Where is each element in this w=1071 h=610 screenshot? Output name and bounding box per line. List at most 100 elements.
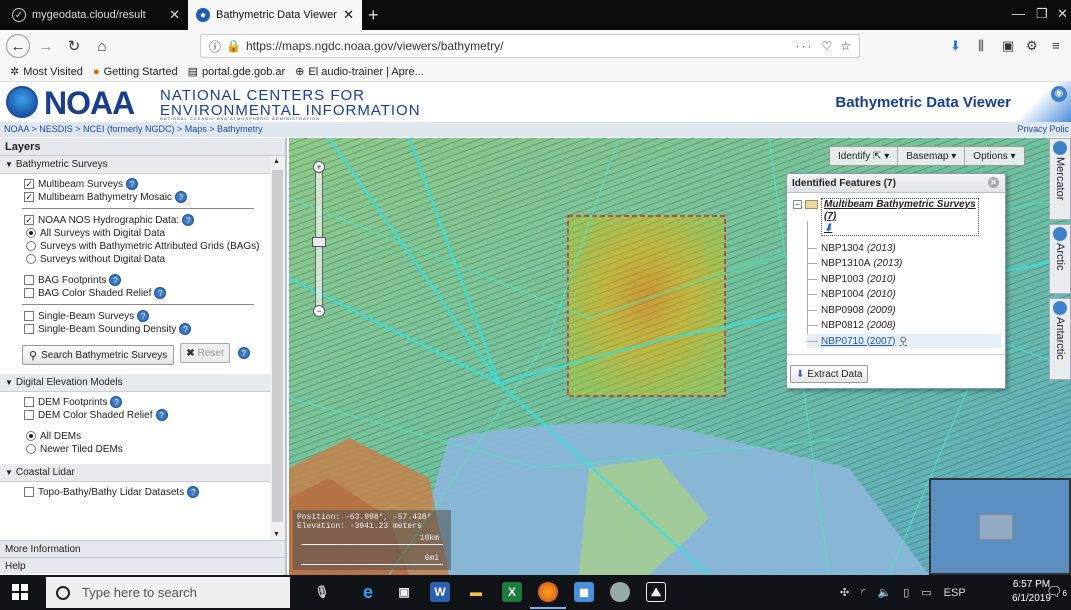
- breadcrumb-text[interactable]: NOAA > NESDIS > NCEI (formerly NGDC) > M…: [4, 124, 263, 134]
- microphone-icon[interactable]: 🎙: [312, 582, 332, 602]
- windows-start-icon[interactable]: [12, 584, 28, 600]
- page-actions-icon[interactable]: ···: [795, 39, 813, 53]
- tab-antarctic[interactable]: Antarctic: [1049, 298, 1071, 380]
- identified-features-header[interactable]: Identified Features (7) ✕: [787, 174, 1005, 193]
- photos-icon[interactable]: ⛰: [646, 582, 666, 602]
- firefox-icon[interactable]: [530, 582, 566, 609]
- zoom-out-icon[interactable]: −: [313, 305, 325, 317]
- checkbox-unchecked[interactable]: [24, 324, 34, 334]
- layer-single-beam-density[interactable]: Single-Beam Sounding Density?: [24, 323, 264, 335]
- options-button[interactable]: Options ▾: [965, 147, 1023, 165]
- radio-unselected[interactable]: [26, 241, 36, 251]
- zoom-slider[interactable]: + −: [312, 161, 326, 317]
- feature-item[interactable]: NBP0908 (2009): [807, 303, 1001, 317]
- home-icon[interactable]: ⌂: [90, 34, 114, 58]
- radio-bags[interactable]: Surveys with Bathymetric Attributed Grid…: [24, 240, 264, 252]
- section-bathymetric-surveys[interactable]: ▼ Bathymetric Surveys: [0, 156, 270, 174]
- layer-dem-relief[interactable]: DEM Color Shaded Relief?: [24, 409, 264, 421]
- close-icon[interactable]: ✕: [343, 7, 354, 23]
- tree-group-multibeam[interactable]: − Multibeam Bathymetric Surveys (7) ⬇: [793, 198, 979, 236]
- overview-map[interactable]: [929, 478, 1071, 575]
- radio-without-digital[interactable]: Surveys without Digital Data: [24, 253, 264, 265]
- identify-button[interactable]: Identify ⇱ ▾: [830, 147, 899, 165]
- checkbox-checked[interactable]: ✓: [24, 179, 34, 189]
- noaa-logo-icon[interactable]: [6, 86, 38, 118]
- back-arrow-icon[interactable]: ←: [6, 34, 30, 58]
- minimize-icon[interactable]: —: [1012, 6, 1025, 21]
- help-icon[interactable]: ?: [182, 214, 195, 226]
- checkbox-unchecked[interactable]: [24, 275, 34, 285]
- word-icon[interactable]: W: [430, 582, 450, 602]
- group-label[interactable]: Multibeam Bathymetric Surveys (7) ⬇: [821, 198, 979, 236]
- help-icon[interactable]: ?: [137, 310, 150, 322]
- radio-newer-dems[interactable]: Newer Tiled DEMs: [24, 443, 264, 455]
- help-icon[interactable]: ?: [179, 323, 192, 335]
- keyboard-icon[interactable]: ▭: [921, 586, 931, 599]
- close-window-icon[interactable]: ✕: [1057, 6, 1068, 22]
- layer-lidar-datasets[interactable]: Topo-Bathy/Bathy Lidar Datasets?: [24, 486, 264, 498]
- layer-bag-footprints[interactable]: BAG Footprints?: [24, 274, 264, 286]
- help-icon[interactable]: ?: [174, 191, 187, 203]
- tray-app-icon[interactable]: ✣: [840, 586, 849, 599]
- download-icon[interactable]: ⬇: [950, 38, 961, 54]
- layer-bag-relief[interactable]: BAG Color Shaded Relief?: [24, 287, 264, 299]
- help-icon[interactable]: ?: [155, 409, 168, 421]
- privacy-policy-link[interactable]: Privacy Polic: [1017, 124, 1069, 134]
- radio-all-surveys[interactable]: All Surveys with Digital Data: [24, 227, 264, 239]
- feature-item[interactable]: NBP1310A (2013): [807, 256, 1001, 270]
- extension-icon[interactable]: ⚙: [1026, 38, 1038, 54]
- checkbox-unchecked[interactable]: [24, 397, 34, 407]
- noaa-wordmark[interactable]: NOAA: [44, 85, 135, 122]
- reset-button[interactable]: ✖ Reset: [180, 343, 230, 363]
- info-icon[interactable]: ⓘ: [209, 38, 221, 55]
- close-icon[interactable]: ✕: [988, 177, 999, 188]
- bookmark-star-icon[interactable]: ☆: [840, 39, 851, 53]
- tab-arctic[interactable]: Arctic: [1049, 224, 1071, 294]
- layers-scrollbar[interactable]: ▲ ▼: [270, 156, 285, 540]
- excel-icon[interactable]: X: [502, 582, 522, 602]
- zoom-slider-handle[interactable]: [312, 237, 326, 247]
- notifications-icon[interactable]: 🗨6: [1046, 584, 1067, 600]
- checkbox-checked[interactable]: ✓: [24, 192, 34, 202]
- battery-icon[interactable]: ▯: [903, 586, 909, 599]
- layer-dem-footprints[interactable]: DEM Footprints?: [24, 396, 264, 408]
- volume-icon[interactable]: 🔈: [877, 586, 891, 599]
- checkbox-unchecked[interactable]: [24, 288, 34, 298]
- tab-mygeodata[interactable]: ✓ mygeodata.cloud/result ✕: [4, 0, 188, 30]
- restore-icon[interactable]: ❐: [1036, 6, 1048, 22]
- help-icon[interactable]: ?: [187, 486, 200, 498]
- checkbox-unchecked[interactable]: [24, 311, 34, 321]
- tab-mercator[interactable]: Mercator: [1049, 138, 1071, 220]
- scroll-up-icon[interactable]: ▲: [273, 158, 280, 165]
- search-bathymetric-button[interactable]: ⚲ Search Bathymetric Surveys: [22, 345, 175, 365]
- checkbox-unchecked[interactable]: [24, 487, 34, 497]
- layer-single-beam[interactable]: Single-Beam Surveys?: [24, 310, 264, 322]
- edge-icon[interactable]: e: [358, 582, 378, 602]
- library-icon[interactable]: ⫼: [978, 38, 984, 54]
- basemap-button[interactable]: Basemap ▾: [898, 147, 966, 165]
- download-icon[interactable]: ⬇: [824, 223, 976, 235]
- file-explorer-icon[interactable]: ▬: [466, 582, 486, 602]
- feature-item[interactable]: NBP0812 (2008): [807, 318, 1001, 332]
- zoom-in-icon[interactable]: +: [313, 161, 325, 173]
- scrollbar-thumb[interactable]: [272, 170, 283, 522]
- url-bar[interactable]: ⓘ 🔒 https://maps.ngdc.noaa.gov/viewers/b…: [200, 34, 860, 58]
- help-icon[interactable]: ?: [237, 347, 250, 359]
- sidebar-icon[interactable]: ▣: [1002, 38, 1014, 54]
- wifi-icon[interactable]: ◜: [861, 586, 865, 599]
- app-icon[interactable]: ◼: [574, 582, 594, 602]
- help-section[interactable]: Help: [0, 557, 285, 574]
- help-icon[interactable]: ?: [110, 396, 123, 408]
- radio-unselected[interactable]: [26, 254, 36, 264]
- help-icon[interactable]: ?: [109, 274, 122, 286]
- overview-extent[interactable]: [979, 514, 1013, 540]
- network-app-icon[interactable]: [610, 582, 630, 602]
- layer-multibeam-surveys[interactable]: ✓ Multibeam Surveys?: [24, 178, 264, 190]
- scroll-down-icon[interactable]: ▼: [273, 531, 280, 538]
- bookmark-getting-started[interactable]: ● Getting Started: [93, 66, 178, 78]
- extract-data-button[interactable]: ⬇ Extract Data: [790, 365, 869, 383]
- checkbox-unchecked[interactable]: [24, 410, 34, 420]
- radio-selected[interactable]: [26, 431, 36, 441]
- store-icon[interactable]: ▣: [394, 582, 414, 602]
- pocket-icon[interactable]: ♡: [821, 39, 832, 53]
